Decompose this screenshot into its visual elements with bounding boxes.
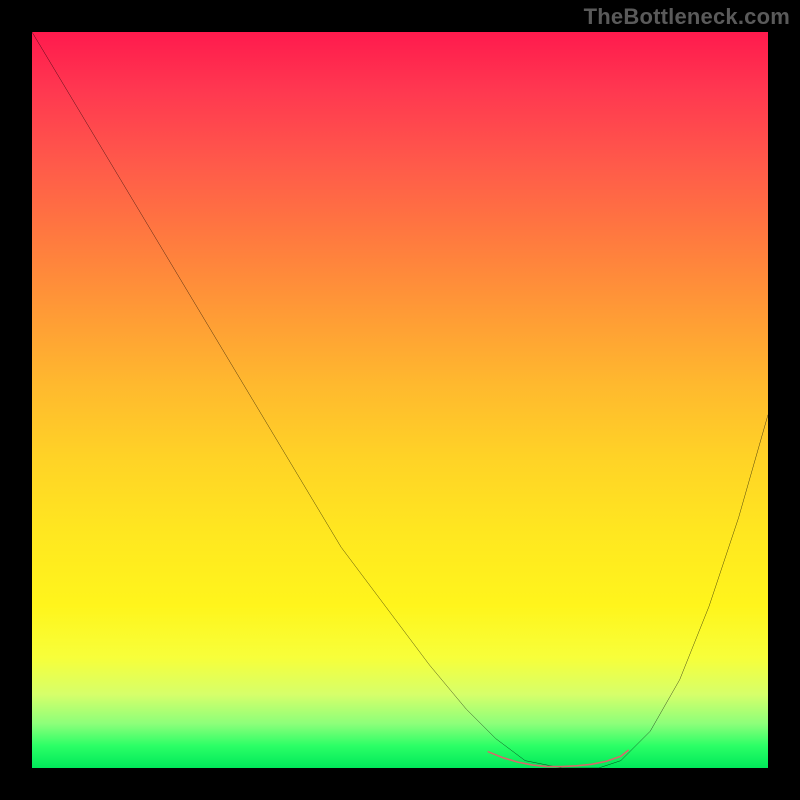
curve-layer bbox=[32, 32, 768, 768]
plot-area bbox=[32, 32, 768, 768]
watermark-label: TheBottleneck.com bbox=[584, 4, 790, 30]
chart-frame: TheBottleneck.com bbox=[0, 0, 800, 800]
bottleneck-curve bbox=[32, 32, 768, 768]
flat-region-marker bbox=[488, 750, 628, 766]
